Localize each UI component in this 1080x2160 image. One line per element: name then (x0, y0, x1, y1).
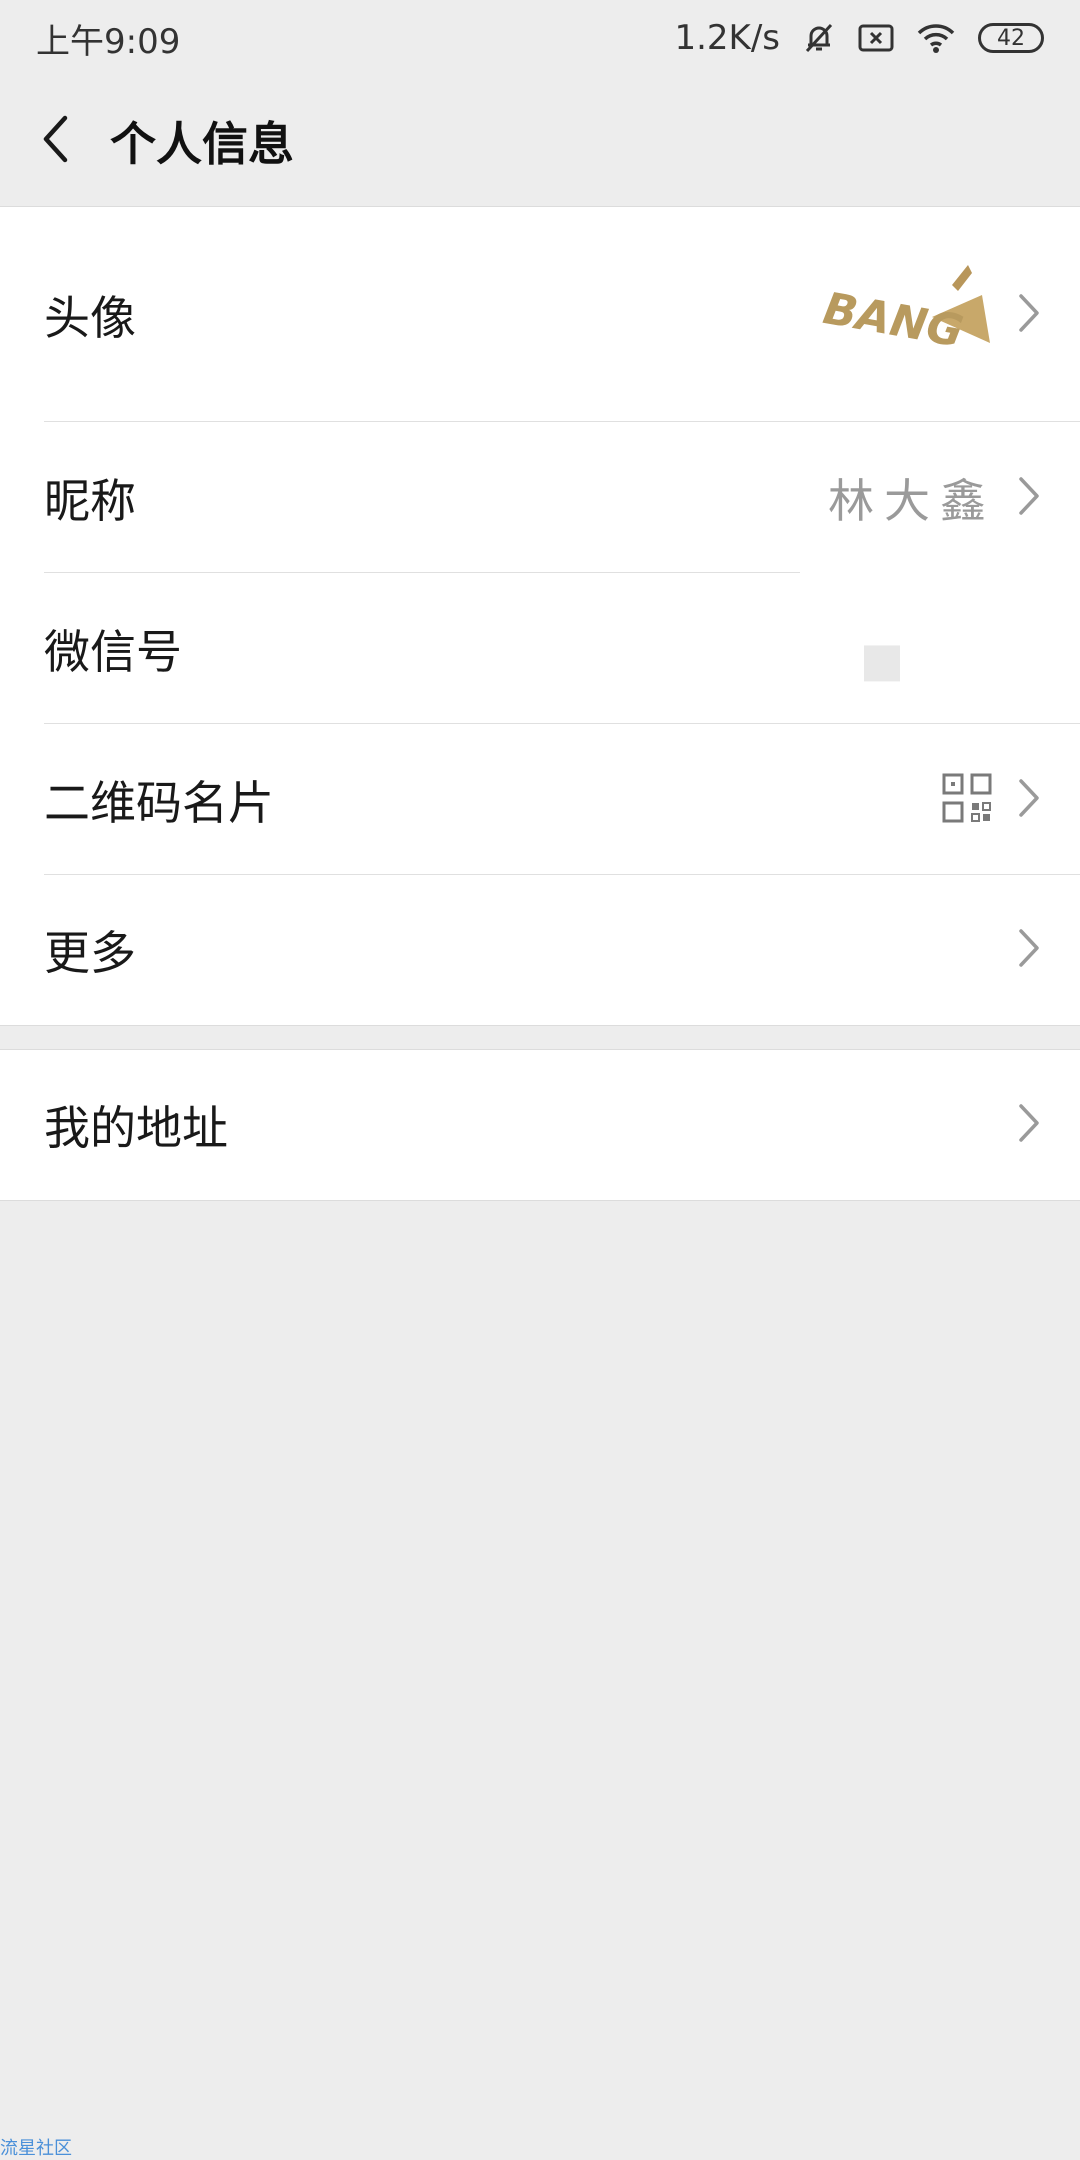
nickname-value: 林大鑫 (828, 473, 996, 528)
back-button[interactable] (0, 76, 110, 206)
title-bar: 个人信息 (0, 76, 1080, 206)
wechat-id-redacted (864, 644, 900, 681)
page-title: 个人信息 (110, 117, 294, 171)
chevron-right-icon (1018, 778, 1040, 822)
qr-code-row[interactable]: 二维码名片 (0, 724, 1080, 875)
profile-group: 头像 BANG 昵称 林大鑫 微信号 二维码名片 更多 (0, 206, 1080, 1026)
status-bar: 上午9:09 1.2K/s 42 (0, 0, 1080, 76)
more-row[interactable]: 更多 (0, 875, 1080, 1025)
mute-icon (802, 21, 836, 55)
address-row[interactable]: 我的地址 (0, 1050, 1080, 1200)
battery-icon: 42 (978, 23, 1044, 53)
avatar-logo-text: BANG (822, 283, 967, 358)
nickname-row[interactable]: 昵称 林大鑫 (0, 422, 1080, 573)
back-arrow-icon (40, 114, 70, 168)
wechat-id-row[interactable]: 微信号 (0, 573, 1080, 724)
more-label: 更多 (44, 926, 136, 980)
avatar-label: 头像 (44, 290, 136, 345)
chevron-right-icon (1018, 476, 1040, 520)
battery-level: 42 (997, 25, 1025, 51)
status-time: 上午9:09 (36, 21, 181, 62)
status-icons: 1.2K/s 42 (674, 18, 1044, 58)
chevron-right-icon (1018, 928, 1040, 972)
watermark: 流星社区 (0, 2138, 72, 2159)
network-speed: 1.2K/s (674, 18, 780, 58)
qr-code-label: 二维码名片 (44, 775, 274, 830)
avatar-row[interactable]: 头像 BANG (0, 207, 1080, 422)
chevron-right-icon (1018, 1103, 1040, 1147)
qr-code-icon (942, 773, 992, 827)
wechat-id-label: 微信号 (44, 624, 182, 679)
sim-off-icon (858, 23, 894, 53)
nickname-label: 昵称 (44, 473, 136, 528)
wifi-icon (916, 22, 956, 54)
avatar: BANG (820, 255, 992, 375)
address-group: 我的地址 (0, 1049, 1080, 1201)
chevron-right-icon (1018, 293, 1040, 337)
address-label: 我的地址 (44, 1101, 228, 1155)
